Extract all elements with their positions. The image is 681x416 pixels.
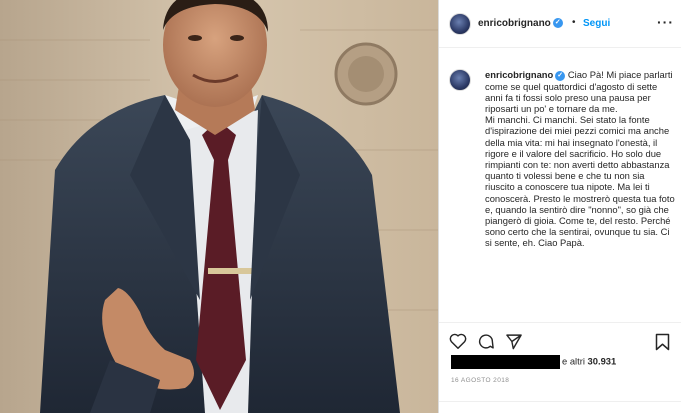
caption-avatar[interactable]: [449, 69, 471, 91]
username-text[interactable]: enricobrignano: [478, 18, 551, 29]
header-username[interactable]: enricobrignano ✓: [478, 18, 563, 29]
caption-username[interactable]: enricobrignano: [485, 69, 553, 80]
verified-icon: ✓: [552, 18, 563, 29]
likes-count[interactable]: 30.931: [588, 355, 617, 366]
likes-line: e altri 30.931: [451, 355, 616, 369]
post-date[interactable]: 16 AGOSTO 2018: [451, 377, 509, 384]
more-options-icon[interactable]: ···: [657, 14, 674, 30]
heart-icon[interactable]: [449, 333, 467, 354]
post-header: enricobrignano ✓ • Segui ···: [439, 0, 681, 48]
share-icon[interactable]: [505, 333, 523, 355]
redacted-block: [451, 355, 560, 369]
comment-icon[interactable]: [477, 333, 495, 355]
likes-prefix: e altri: [562, 355, 585, 367]
caption-paragraph-2: Mi manchi. Ci manchi. Sei stato la fonte…: [485, 114, 675, 249]
caption: enricobrignano ✓ Ciao Pà! Mi piace parlar…: [485, 69, 675, 249]
caption-paragraph-1: enricobrignano ✓ Ciao Pà! Mi piace parlar…: [485, 69, 675, 114]
bookmark-icon[interactable]: [655, 333, 670, 356]
action-bar: e altri 30.931 16 AGOSTO 2018: [439, 322, 681, 414]
add-comment-row[interactable]: [439, 401, 681, 416]
follow-button[interactable]: Segui: [583, 18, 610, 29]
post-photo: [0, 0, 438, 413]
avatar[interactable]: [449, 13, 471, 35]
separator-dot: •: [572, 17, 576, 28]
post-panel: enricobrignano ✓ • Segui ··· enricobrigna…: [438, 0, 681, 413]
verified-icon: ✓: [555, 70, 566, 81]
